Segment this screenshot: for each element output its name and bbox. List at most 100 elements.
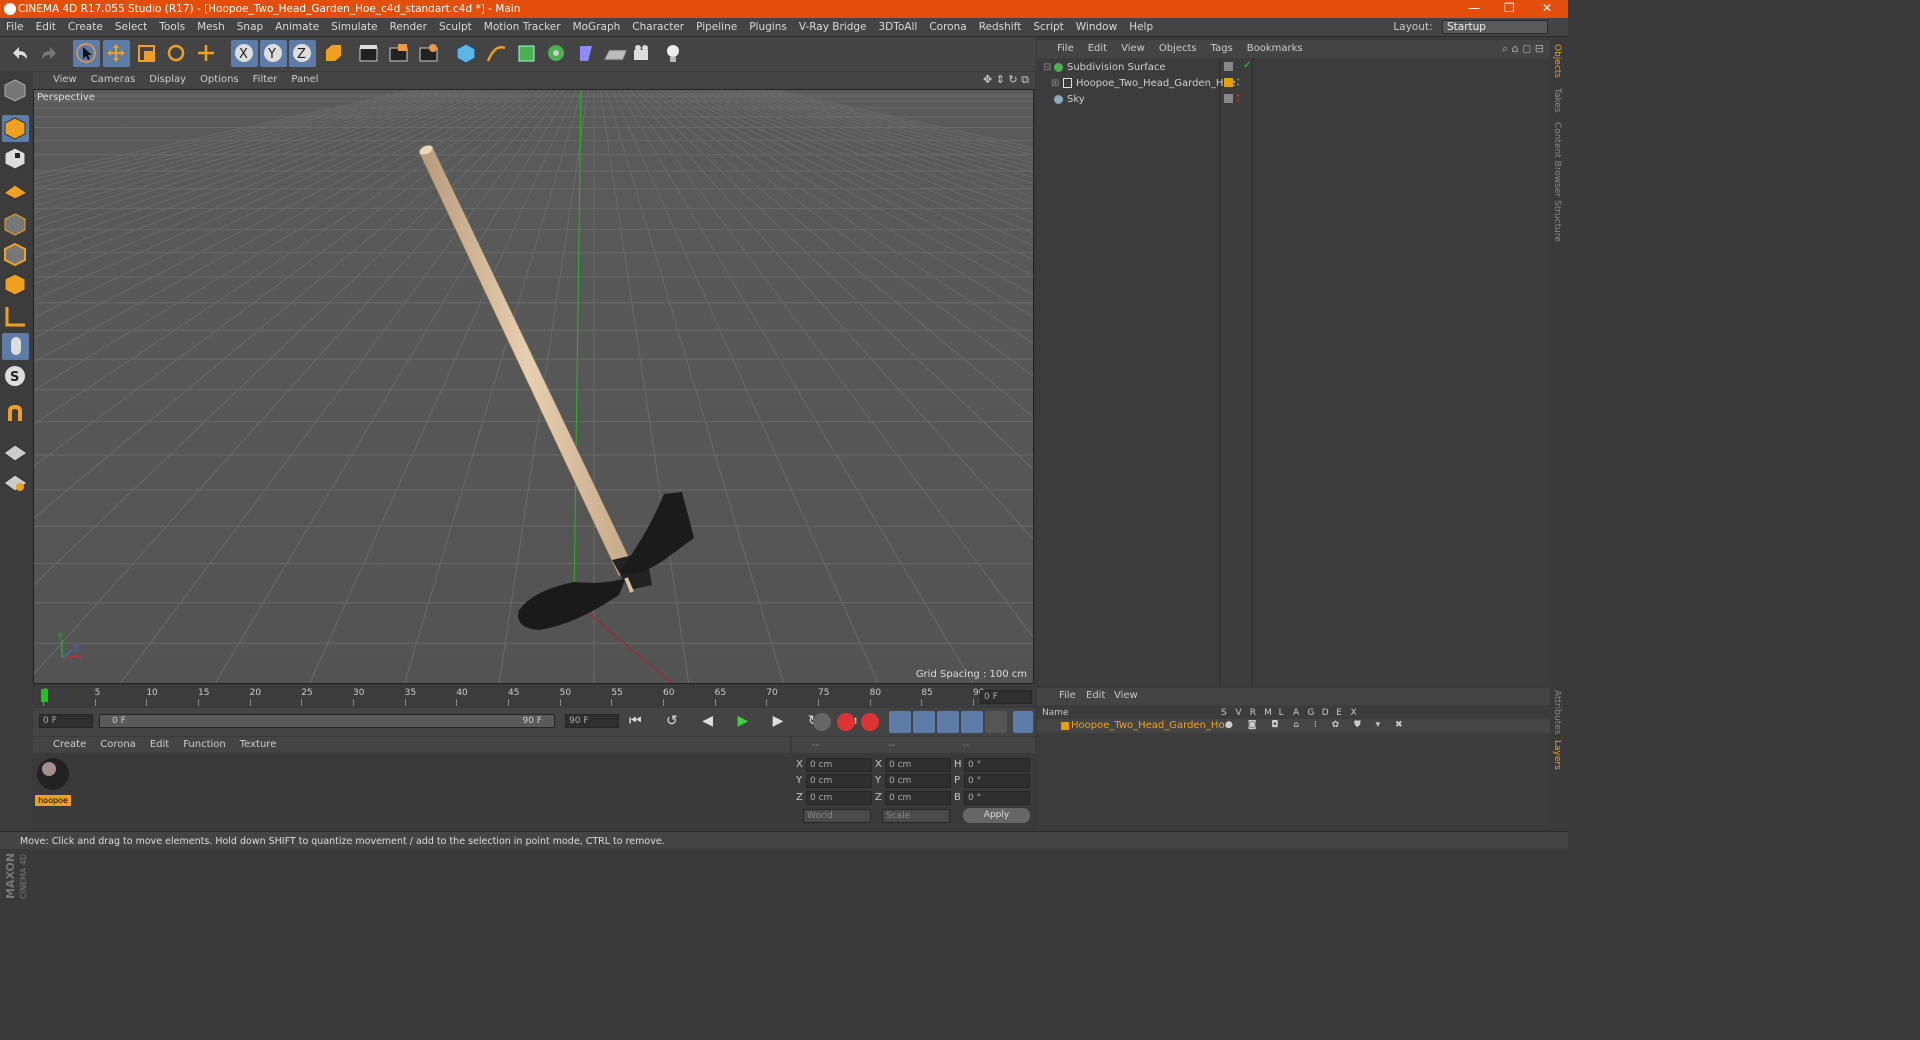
menu-snap[interactable]: Snap [231,18,269,33]
layer-menu-edit[interactable]: Edit [1086,690,1105,701]
object-row-sky[interactable]: Sky • • [1037,92,1550,108]
obj-menu-edit[interactable]: Edit [1081,40,1114,54]
light-icon[interactable] [660,40,687,67]
visibility-dots-icon[interactable]: • • [1236,93,1240,105]
subdivision-surface-icon[interactable] [513,40,540,67]
layer-toggle-icons[interactable]: ● ◙ ◘ ⌂ ⁞ ✿ ⛊ ▾ ✖ [1225,720,1409,730]
scale-tool-icon[interactable] [133,40,160,67]
menu-mograph[interactable]: MoGraph [567,18,627,33]
key-position-icon[interactable] [889,711,911,733]
tab-takes[interactable]: Takes [1552,88,1562,113]
layer-row[interactable]: Hoopoe_Two_Head_Garden_Hoe ● ◙ ◘ ⌂ ⁞ ✿ ⛊… [1037,719,1550,733]
end-frame-field[interactable]: 90 F [565,714,619,728]
obj-menu-bookmarks[interactable]: Bookmarks [1240,40,1310,54]
size-x-field[interactable]: 0 cm [885,758,951,772]
y-axis-lock-icon[interactable]: Y [260,40,287,67]
pen-spline-icon[interactable] [483,40,510,67]
selection-tool-icon[interactable] [73,40,100,67]
vp-menu-cameras[interactable]: Cameras [84,72,142,85]
x-axis-lock-icon[interactable]: X [231,40,258,67]
vp-menu-options[interactable]: Options [193,72,246,85]
material-thumbnail[interactable]: hoopoe [35,756,71,806]
autokey-icon[interactable] [837,713,855,731]
cloner-icon[interactable] [543,40,570,67]
key-rotation-icon[interactable] [937,711,959,733]
tweak-mode-icon[interactable] [2,333,29,360]
menu-mesh[interactable]: Mesh [191,18,231,33]
menu-sculpt[interactable]: Sculpt [433,18,478,33]
enabled-check-icon[interactable]: ✓ [1243,60,1251,71]
menu-pipeline[interactable]: Pipeline [690,18,743,33]
layer-menu-file[interactable]: File [1059,690,1076,701]
axis-mode-icon[interactable] [2,303,29,330]
menu-script[interactable]: Script [1027,18,1069,33]
workplane-mode-icon[interactable] [2,175,29,202]
menu-corona[interactable]: Corona [923,18,972,33]
object-row-subdivision[interactable]: ⊟ Subdivision Surface ✓ [1037,60,1550,76]
viewport-perspective[interactable]: Y X Z Perspective Grid Spacing : 100 cm [33,89,1034,684]
obj-menu-view[interactable]: View [1114,40,1152,54]
render-picture-viewer-icon[interactable] [385,40,412,67]
timeline-playhead[interactable] [41,689,48,702]
menu-tools[interactable]: Tools [153,18,191,33]
layout-dropdown[interactable]: Startup [1442,20,1548,34]
texture-mode-icon[interactable] [2,145,29,172]
move-tool-icon[interactable] [103,40,130,67]
menu-3dtoall[interactable]: 3DToAll [872,18,923,33]
grid-snap-icon[interactable] [2,467,29,494]
coord-scale-dropdown[interactable]: Scale [882,809,950,823]
record-keys-icon[interactable] [813,713,831,731]
coord-mode-dropdown[interactable]: World [803,809,871,823]
key-pla-icon[interactable] [985,711,1007,733]
obj-menu-file[interactable]: File [1037,40,1081,54]
coordinate-system-icon[interactable] [320,40,347,67]
layer-menu-view[interactable]: View [1114,690,1138,701]
timeline-window-icon[interactable] [1013,711,1033,733]
transform-tool-icon[interactable] [193,40,220,67]
points-mode-icon[interactable] [2,211,29,238]
menu-select[interactable]: Select [109,18,153,33]
menu-file[interactable]: File [0,18,30,33]
minimize-button[interactable]: — [1468,1,1480,15]
menu-character[interactable]: Character [626,18,690,33]
visibility-dots-icon[interactable]: • • [1236,77,1240,89]
menu-create[interactable]: Create [62,18,109,33]
viewport-nav-icons[interactable]: ✥ ⇕ ↻ ⧉ [983,73,1029,87]
z-axis-lock-icon[interactable]: Z [289,40,316,67]
mat-menu-corona[interactable]: Corona [93,737,143,750]
redo-icon[interactable] [36,40,63,67]
apply-button[interactable]: Apply [963,808,1030,823]
snap-icon[interactable]: S [2,363,29,390]
menu-motion-tracker[interactable]: Motion Tracker [478,18,567,33]
tab-structure[interactable]: Structure [1552,200,1562,242]
cube-primitive-icon[interactable] [453,40,480,67]
size-z-field[interactable]: 0 cm [885,791,951,805]
undo-icon[interactable] [6,40,33,67]
object-row-hoe[interactable]: ⊞ Hoopoe_Two_Head_Garden_Hoe • • [1037,76,1550,92]
size-y-field[interactable]: 0 cm [885,774,951,788]
rotation-p-field[interactable]: 0 ° [964,774,1030,788]
menu-plugins[interactable]: Plugins [743,18,793,33]
menu-animate[interactable]: Animate [269,18,325,33]
model-mode-icon[interactable] [2,115,29,142]
vp-menu-panel[interactable]: Panel [284,72,325,85]
render-view-icon[interactable] [355,40,382,67]
deformer-icon[interactable] [573,40,600,67]
position-y-field[interactable]: 0 cm [806,774,872,788]
mat-menu-texture[interactable]: Texture [233,737,284,750]
current-frame-field[interactable]: 0 F [980,690,1032,704]
menu-simulate[interactable]: Simulate [325,18,383,33]
frame-range-slider[interactable]: 0 F 90 F [99,714,555,728]
mat-menu-create[interactable]: Create [33,737,93,750]
menu-redshift[interactable]: Redshift [973,18,1028,33]
playback-buttons[interactable]: ⏮ ↺ ◀ ▶ ▶ ↻ ⏭ [629,713,867,729]
menu-edit[interactable]: Edit [30,18,62,33]
object-manager-nav-icons[interactable]: ⌕ ⌂ ◻ ⊟ [1502,42,1544,56]
tab-attributes[interactable]: Attributes [1552,690,1562,734]
keyframe-selection-icon[interactable] [861,713,879,731]
edges-mode-icon[interactable] [2,241,29,268]
camera-icon[interactable] [630,40,657,67]
timeline-ruler[interactable]: 051015202530354045505560657075808590 0 F [33,687,1035,707]
floor-icon[interactable] [601,40,628,67]
vp-menu-filter[interactable]: Filter [246,72,285,85]
